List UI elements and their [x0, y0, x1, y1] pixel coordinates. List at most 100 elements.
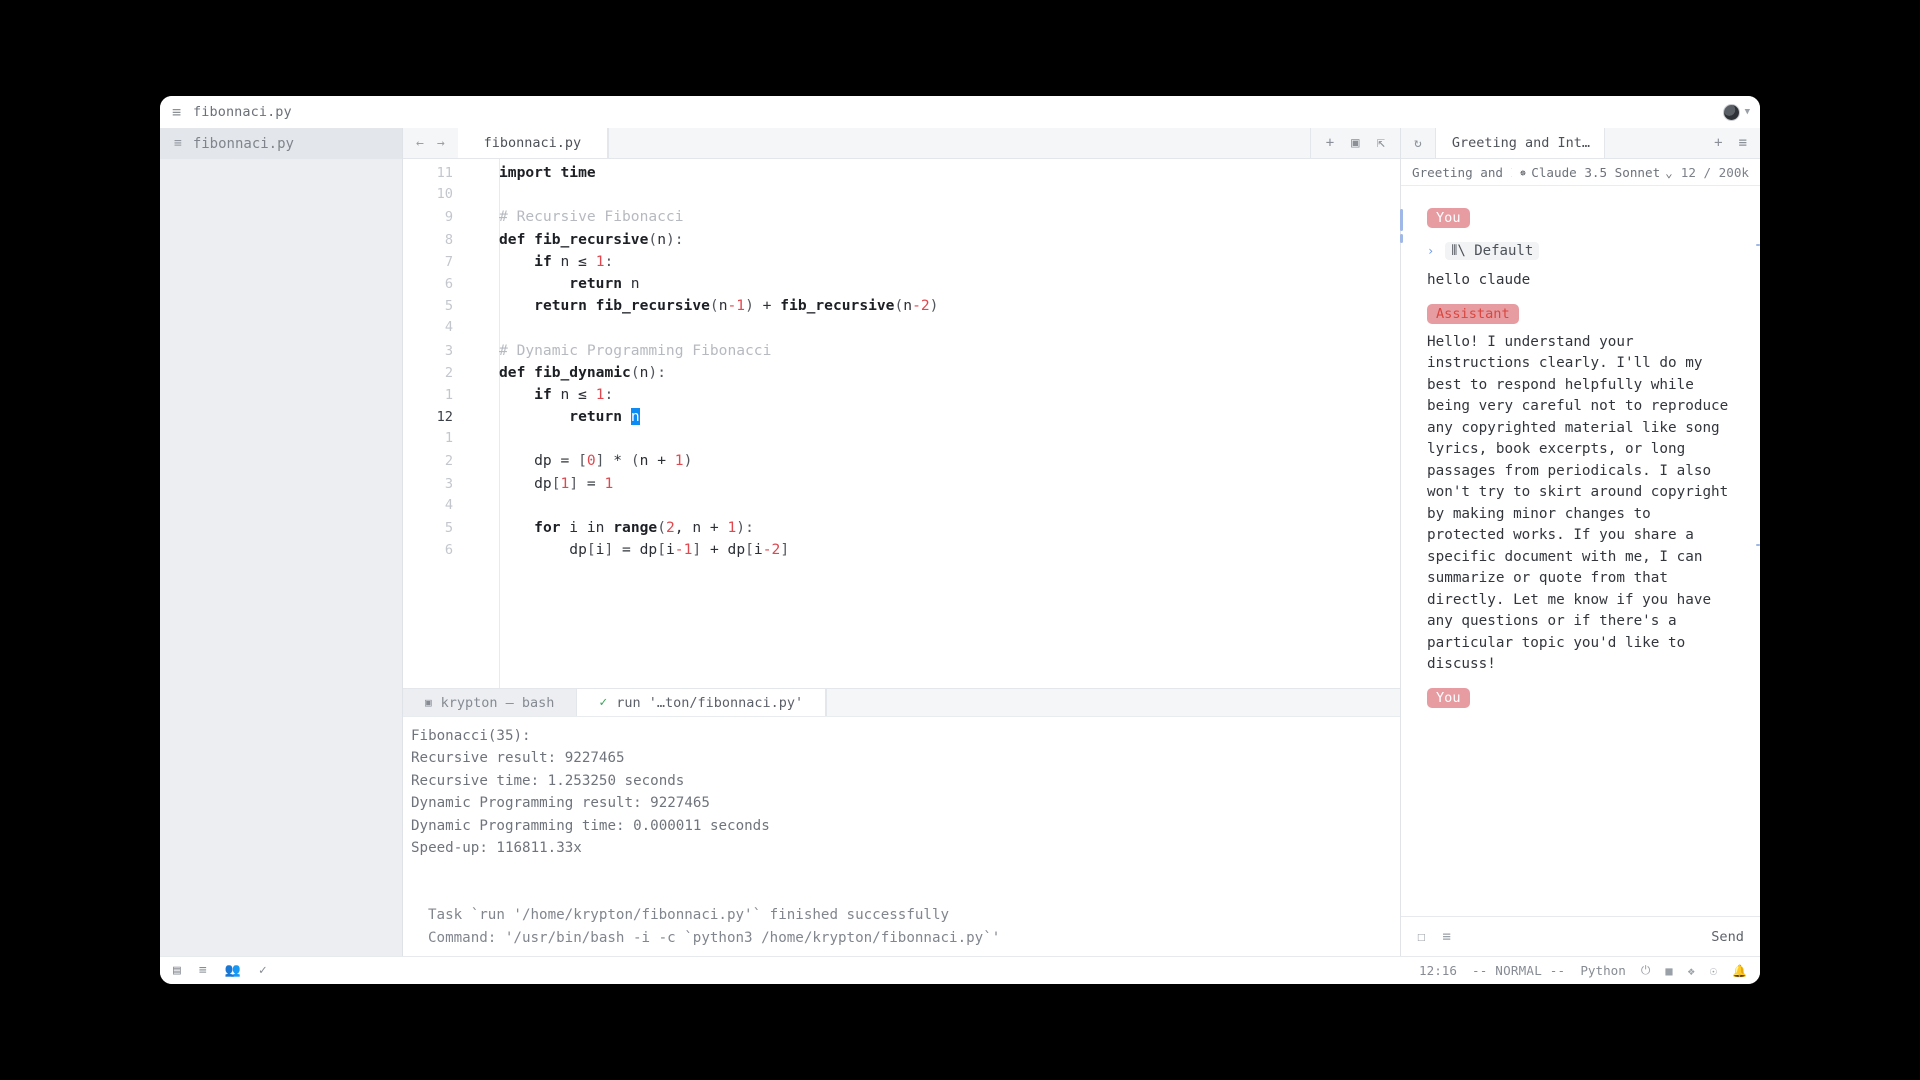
terminal-tab[interactable]: ✓ run '…ton/fibonnaci.py' [577, 689, 827, 716]
assistant-panel: ↻ Greeting and Int… + ≡ Greeting and Int… [1399, 128, 1760, 956]
code-line[interactable]: 1 if n ≤ 1: [403, 386, 1400, 408]
line-number: 8 [444, 231, 453, 248]
terminal-tab[interactable]: ▣ krypton — bash [403, 689, 578, 716]
code-line[interactable]: 8 def fib_recursive(n): [403, 231, 1400, 253]
code-line[interactable]: 10 [403, 186, 1400, 208]
code-line[interactable]: 7 if n ≤ 1: [403, 253, 1400, 275]
code-editor[interactable]: 11 import time 10 9 # Recursive Fibonacci 8 de… [403, 159, 1400, 688]
assistant-message-list[interactable]: You › ⦀\ Default hello claude Assistant Hello… [1401, 186, 1760, 916]
terminal-output-line: Dynamic Programming time: 0.000011 secon… [411, 817, 770, 834]
send-button[interactable]: Send [1711, 929, 1744, 945]
code-line[interactable]: 3 # Dynamic Programming Fibonacci [403, 342, 1400, 364]
context-profile-chip[interactable]: ⦀\ Default [1445, 242, 1540, 260]
chevron-right-icon[interactable]: › [1427, 244, 1434, 258]
project-panel-icon[interactable]: ▤ [173, 963, 181, 978]
plus-icon[interactable]: + [1714, 135, 1722, 151]
split-pane-icon[interactable]: ▣ [1351, 135, 1359, 151]
tabbar-empty-space [608, 128, 1310, 158]
settings-lines-icon[interactable]: ≡ [1442, 929, 1450, 945]
line-number: 1 [444, 430, 453, 447]
project-panel-header[interactable]: ≡ fibonnaci.py [160, 128, 402, 159]
language-indicator[interactable]: Python [1580, 963, 1626, 978]
terminal-output-line: Fibonacci(35): [411, 728, 531, 744]
code-line[interactable]: 2 def fib_dynamic(n): [403, 364, 1400, 386]
code-text: # Dynamic Programming Fibonacci [499, 341, 772, 359]
line-number: 12 [436, 409, 453, 426]
code-text: def fib_dynamic(n): [499, 363, 666, 381]
terminal-tabbar-space [826, 689, 1400, 716]
code-line[interactable]: 4 [403, 319, 1400, 341]
code-line[interactable]: 11 import time [403, 164, 1400, 186]
code-text: return n [569, 408, 640, 426]
terminal-task-line: Task `run '/home/krypton/fibonnaci.py'` … [428, 907, 950, 924]
code-text: dp[1] = 1 [499, 474, 614, 492]
project-file-tree[interactable] [160, 159, 402, 956]
line-number: 7 [444, 253, 453, 270]
terminal-icon[interactable]: ■ [1665, 964, 1672, 978]
terminal-prompt-icon: ▣ [425, 696, 432, 709]
editor-tab-fibonnaci[interactable]: fibonnaci.py [457, 128, 609, 158]
no-copilot-icon[interactable]: ⏻ [1641, 963, 1651, 978]
code-line[interactable]: 6 return n [403, 275, 1400, 297]
terminal-tab-label: krypton — bash [440, 694, 555, 711]
plus-icon[interactable]: + [1326, 135, 1334, 151]
terminal-output-line: Recursive result: 9227465 [411, 750, 625, 767]
status-time: 12:16 [1419, 963, 1457, 978]
message-role-badge: You [1427, 687, 1470, 708]
center-pane: ← → fibonnaci.py + ▣ ⇱ 11 import time 10 9 #… [403, 128, 1400, 956]
assistant-composer-bar: ☐ ≡ Send [1401, 916, 1760, 956]
collab-panel-icon[interactable]: 👥 [225, 963, 241, 978]
terminal-output[interactable]: Fibonacci(35): Recursive result: 9227465 R… [403, 717, 1400, 956]
line-number: 6 [444, 542, 453, 559]
code-line[interactable]: 2 dp = [0] * (n + 1) [403, 452, 1400, 474]
code-text: if n ≤ 1: [534, 385, 614, 403]
code-text: # Recursive Fibonacci [499, 208, 684, 226]
check-icon: ✓ [599, 695, 608, 710]
code-line[interactable]: 1 [403, 430, 1400, 452]
arrow-left-icon[interactable]: ← [416, 136, 424, 151]
expand-diagonal-icon[interactable]: ⇱ [1377, 135, 1385, 151]
terminal-tab-label: run '…ton/fibonnaci.py' [616, 694, 804, 711]
assistant-thread-tab[interactable]: Greeting and Int… [1434, 128, 1605, 158]
line-number: 5 [444, 298, 453, 315]
window-body: ≡ fibonnaci.py ← → fibonnaci.py + ▣ ⇱ 11… [160, 128, 1760, 956]
code-text: return n [569, 274, 640, 292]
code-line[interactable]: 4 [403, 497, 1400, 519]
arrow-right-icon[interactable]: → [437, 136, 445, 151]
diagnostics-check-icon[interactable]: ✓ [259, 963, 267, 978]
window-title: fibonnaci.py [193, 104, 292, 120]
anthropic-logo-icon: ✵ [1519, 165, 1527, 179]
code-line[interactable]: 5 for i in range(2, n + 1): [403, 519, 1400, 541]
code-text: import time [499, 164, 596, 181]
hamburger-menu-icon[interactable]: ≡ [172, 104, 181, 120]
line-number: 10 [436, 186, 453, 203]
line-number: 11 [436, 165, 453, 181]
outline-panel-icon[interactable]: ≡ [199, 963, 207, 978]
extensions-icon[interactable]: ❖ [1688, 964, 1695, 978]
code-line[interactable]: 12 return n [403, 408, 1400, 430]
chat-icon[interactable]: ☉ [1710, 964, 1717, 978]
vim-mode-indicator: -- NORMAL -- [1471, 963, 1566, 978]
history-clock-icon[interactable]: ↻ [1401, 128, 1435, 158]
editor-tab-actions: + ▣ ⇱ [1309, 128, 1400, 158]
message-context-row[interactable]: › ⦀\ Default [1427, 242, 1734, 260]
line-number: 2 [444, 364, 453, 381]
file-attach-icon[interactable]: ☐ [1417, 929, 1425, 945]
model-name: Claude 3.5 Sonnet [1531, 164, 1661, 180]
code-line[interactable]: 6 dp[i] = dp[i-1] + dp[i-2] [403, 541, 1400, 563]
project-root-label: fibonnaci.py [192, 135, 294, 152]
line-number: 3 [444, 342, 453, 359]
editor-nav-arrows: ← → [403, 128, 458, 158]
model-selector[interactable]: ✵ Claude 3.5 Sonnet ⌄ [1520, 165, 1673, 180]
context-usage: 12 / 200k [1680, 164, 1749, 180]
terminal-tab-bar: ▣ krypton — bash ✓ run '…ton/fibonnaci.py' [403, 689, 1400, 717]
assistant-thread-bar: Greeting and Introd ✵ Claude 3.5 Sonnet … [1401, 159, 1760, 186]
chevron-down-icon[interactable]: ▼ [1745, 107, 1750, 117]
code-text: def fib_recursive(n): [499, 230, 684, 248]
code-line[interactable]: 5 return fib_recursive(n-1) + fib_recurs… [403, 297, 1400, 319]
user-avatar[interactable] [1722, 103, 1740, 121]
hamburger-menu-icon[interactable]: ≡ [1739, 135, 1747, 151]
code-line[interactable]: 9 # Recursive Fibonacci [403, 208, 1400, 230]
notifications-bell-icon[interactable]: 🔔 [1732, 964, 1747, 978]
code-line[interactable]: 3 dp[1] = 1 [403, 475, 1400, 497]
